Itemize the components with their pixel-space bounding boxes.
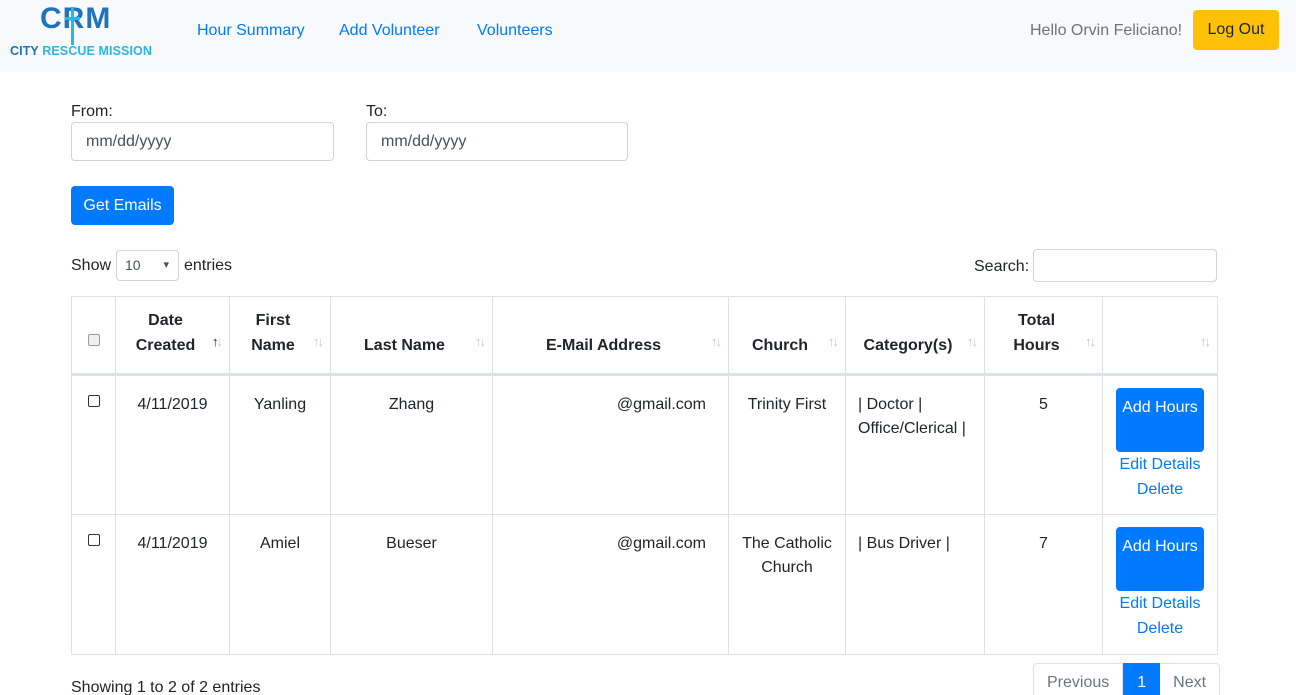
header-actions[interactable]: ↑↓ — [1102, 296, 1218, 376]
pagination: Previous 1 Next — [1033, 663, 1221, 695]
nav-add-volunteer[interactable]: Add Volunteer — [339, 22, 440, 40]
header-first-name[interactable]: First Name ↑↓ — [229, 296, 331, 376]
cell-email: @gmail.com — [492, 514, 729, 655]
sort-icon: ↑↓ — [1200, 334, 1211, 349]
nav-hour-summary[interactable]: Hour Summary — [197, 22, 305, 40]
cell-last-name: Bueser — [330, 514, 493, 655]
nav-volunteers[interactable]: Volunteers — [477, 22, 553, 40]
cell-email: @gmail.com — [492, 374, 729, 515]
cross-icon — [65, 7, 80, 69]
cell-total-hours: 7 — [984, 514, 1103, 655]
get-emails-button[interactable]: Get Emails — [71, 186, 174, 225]
row-select-cell — [71, 374, 116, 515]
cell-first-name: Yanling — [229, 374, 331, 515]
cell-actions: Add Hours Edit Details Delete — [1102, 374, 1218, 515]
header-label-line1: First — [255, 312, 291, 329]
show-label: Show — [71, 257, 112, 274]
header-label-line2: Name — [251, 337, 295, 354]
cell-church: Trinity First — [728, 374, 846, 515]
cell-date-created: 4/11/2019 — [115, 514, 230, 655]
from-label: From: — [71, 103, 113, 120]
table-header-row: Date Created ↑↓ First Name ↑↓ Last Name … — [71, 296, 1218, 376]
logout-button[interactable]: Log Out — [1193, 10, 1279, 50]
cell-date-created: 4/11/2019 — [115, 374, 230, 515]
pagination-previous[interactable]: Previous — [1033, 663, 1124, 695]
sort-asc-icon: ↑↓ — [212, 334, 223, 349]
header-label-line1: Date — [148, 312, 183, 329]
search-label: Search: — [974, 258, 1030, 275]
search-input[interactable] — [1033, 249, 1217, 282]
sort-icon: ↑↓ — [475, 334, 486, 349]
header-last-name[interactable]: Last Name ↑↓ — [330, 296, 493, 376]
header-label-line2: Hours — [1013, 337, 1060, 354]
row-select-cell — [71, 514, 116, 655]
logo-text-city: CITY — [10, 44, 43, 58]
header-email[interactable]: E-Mail Address ↑↓ — [492, 296, 729, 376]
add-hours-button[interactable]: Add Hours — [1116, 388, 1204, 452]
header-date-created[interactable]: Date Created ↑↓ — [115, 296, 230, 376]
to-label: To: — [366, 103, 388, 120]
edit-details-link[interactable]: Edit Details — [1111, 591, 1209, 616]
select-all-header — [71, 296, 116, 376]
table-row: 4/11/2019 Amiel Bueser @gmail.com The Ca… — [71, 514, 1218, 655]
pagination-page-1[interactable]: 1 — [1123, 663, 1161, 695]
header-church[interactable]: Church ↑↓ — [728, 296, 846, 376]
cell-last-name: Zhang — [330, 374, 493, 515]
header-label: E-Mail Address — [546, 337, 661, 354]
table-info: Showing 1 to 2 of 2 entries — [71, 679, 261, 695]
sort-icon: ↑↓ — [967, 334, 978, 349]
entries-per-page-select[interactable]: 10 ▾ — [116, 250, 179, 281]
from-date-input[interactable]: mm/dd/yyyy — [71, 122, 334, 161]
header-total-hours[interactable]: Total Hours ↑↓ — [984, 296, 1103, 376]
delete-link[interactable]: Delete — [1111, 477, 1209, 502]
cell-categories: | Bus Driver | — [845, 514, 985, 655]
entries-select-value: 10 — [125, 257, 141, 273]
volunteers-table: Date Created ↑↓ First Name ↑↓ Last Name … — [71, 296, 1218, 655]
header-label: Category(s) — [863, 337, 953, 354]
pagination-next[interactable]: Next — [1160, 663, 1221, 695]
header-label-line2: Created — [135, 337, 196, 354]
delete-link[interactable]: Delete — [1111, 616, 1209, 641]
header-categories[interactable]: Category(s) ↑↓ — [845, 296, 985, 376]
sort-icon: ↑↓ — [313, 334, 324, 349]
table-row: 4/11/2019 Yanling Zhang @gmail.com Trini… — [71, 374, 1218, 515]
edit-details-link[interactable]: Edit Details — [1111, 452, 1209, 477]
cell-total-hours: 5 — [984, 374, 1103, 515]
cell-actions: Add Hours Edit Details Delete — [1102, 514, 1218, 655]
add-hours-button[interactable]: Add Hours — [1116, 527, 1204, 591]
logo-text: CITY RESCUE MISSION — [10, 44, 152, 58]
user-greeting: Hello Orvin Feliciano! — [1030, 22, 1183, 39]
logo-text-rescue: RESCUE MISSION — [42, 44, 152, 58]
sort-icon: ↑↓ — [711, 334, 722, 349]
city-rescue-mission-logo[interactable]: CRM CITY RESCUE MISSION — [10, 2, 170, 64]
select-all-checkbox[interactable] — [87, 334, 100, 346]
row-checkbox[interactable] — [87, 534, 100, 546]
cell-church: The Catholic Church — [728, 514, 846, 655]
to-date-input[interactable]: mm/dd/yyyy — [366, 122, 628, 161]
cell-categories: | Doctor | Office/Clerical | — [845, 374, 985, 515]
sort-icon: ↑↓ — [1085, 334, 1096, 349]
cell-first-name: Amiel — [229, 514, 331, 655]
header-label: Last Name — [364, 337, 445, 354]
select-updown-icon: ▾ — [163, 259, 169, 271]
entries-label: entries — [184, 257, 233, 274]
header-label-line1: Total — [1017, 312, 1056, 329]
header-label: Church — [752, 337, 808, 354]
navbar: CRM CITY RESCUE MISSION Hour Summary Add… — [0, 0, 1296, 72]
row-checkbox[interactable] — [87, 395, 100, 407]
sort-icon: ↑↓ — [828, 334, 839, 349]
